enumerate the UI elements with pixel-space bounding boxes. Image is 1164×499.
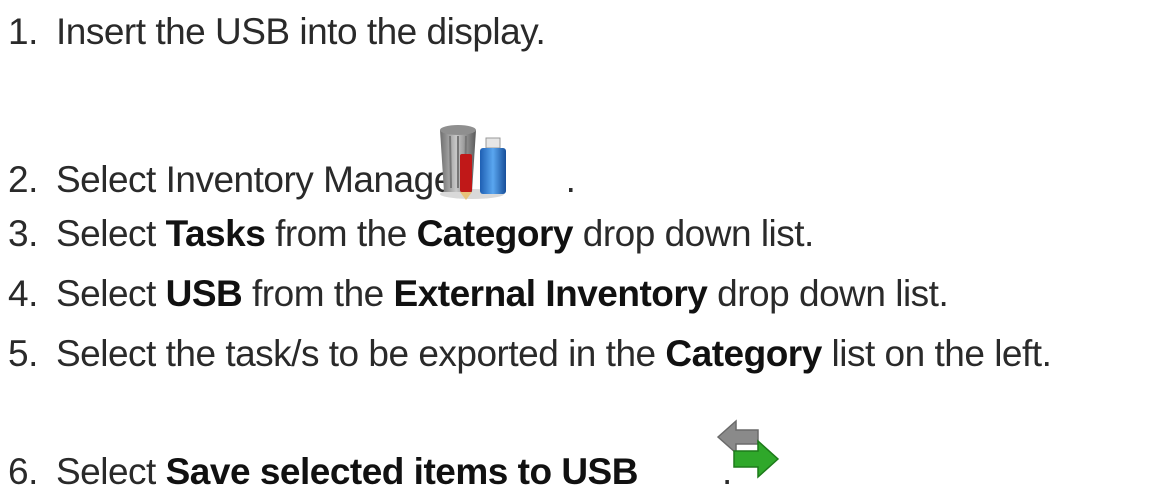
step-3: 3. Select Tasks from the Category drop do… [8,212,814,256]
step-number: 4. [8,273,38,314]
step-number: 2. [8,159,38,200]
step-text: Select Inventory Manager [56,159,466,200]
step-5: 5. Select the task/s to be exported in th… [8,332,1052,376]
inventory-manager-icon [440,125,506,200]
step-1: 1. Insert the USB into the display. [8,10,546,54]
step-number: 6. [8,451,38,492]
step-text: drop down list. [572,213,815,254]
step-text: drop down list. [707,273,949,314]
step-text: Select [56,213,166,254]
ui-term: Tasks [165,213,266,254]
step-text: list on the left. [821,333,1052,374]
ui-term: External Inventory [393,273,708,314]
ui-term: Category [416,213,574,254]
step-text: Select [56,273,166,314]
step-number: 5. [8,333,38,374]
ui-term: Category [665,333,822,374]
step-text: Insert the USB into the display. [56,11,546,52]
step-number: 3. [8,213,38,254]
step-text: Select the task/s to be exported in the [56,333,666,374]
step-text: from the [265,213,417,254]
step-6: 6. Select Save selected items to USB. [8,450,732,494]
step-4: 4. Select USB from the External Inventory… [8,272,949,316]
step-suffix: . [565,159,576,200]
ui-term: USB [165,273,243,314]
ui-term: Save selected items to USB [165,451,639,492]
step-text: Select [56,451,166,492]
save-to-usb-icon [716,419,780,479]
step-number: 1. [8,11,38,52]
step-text: from the [242,273,394,314]
